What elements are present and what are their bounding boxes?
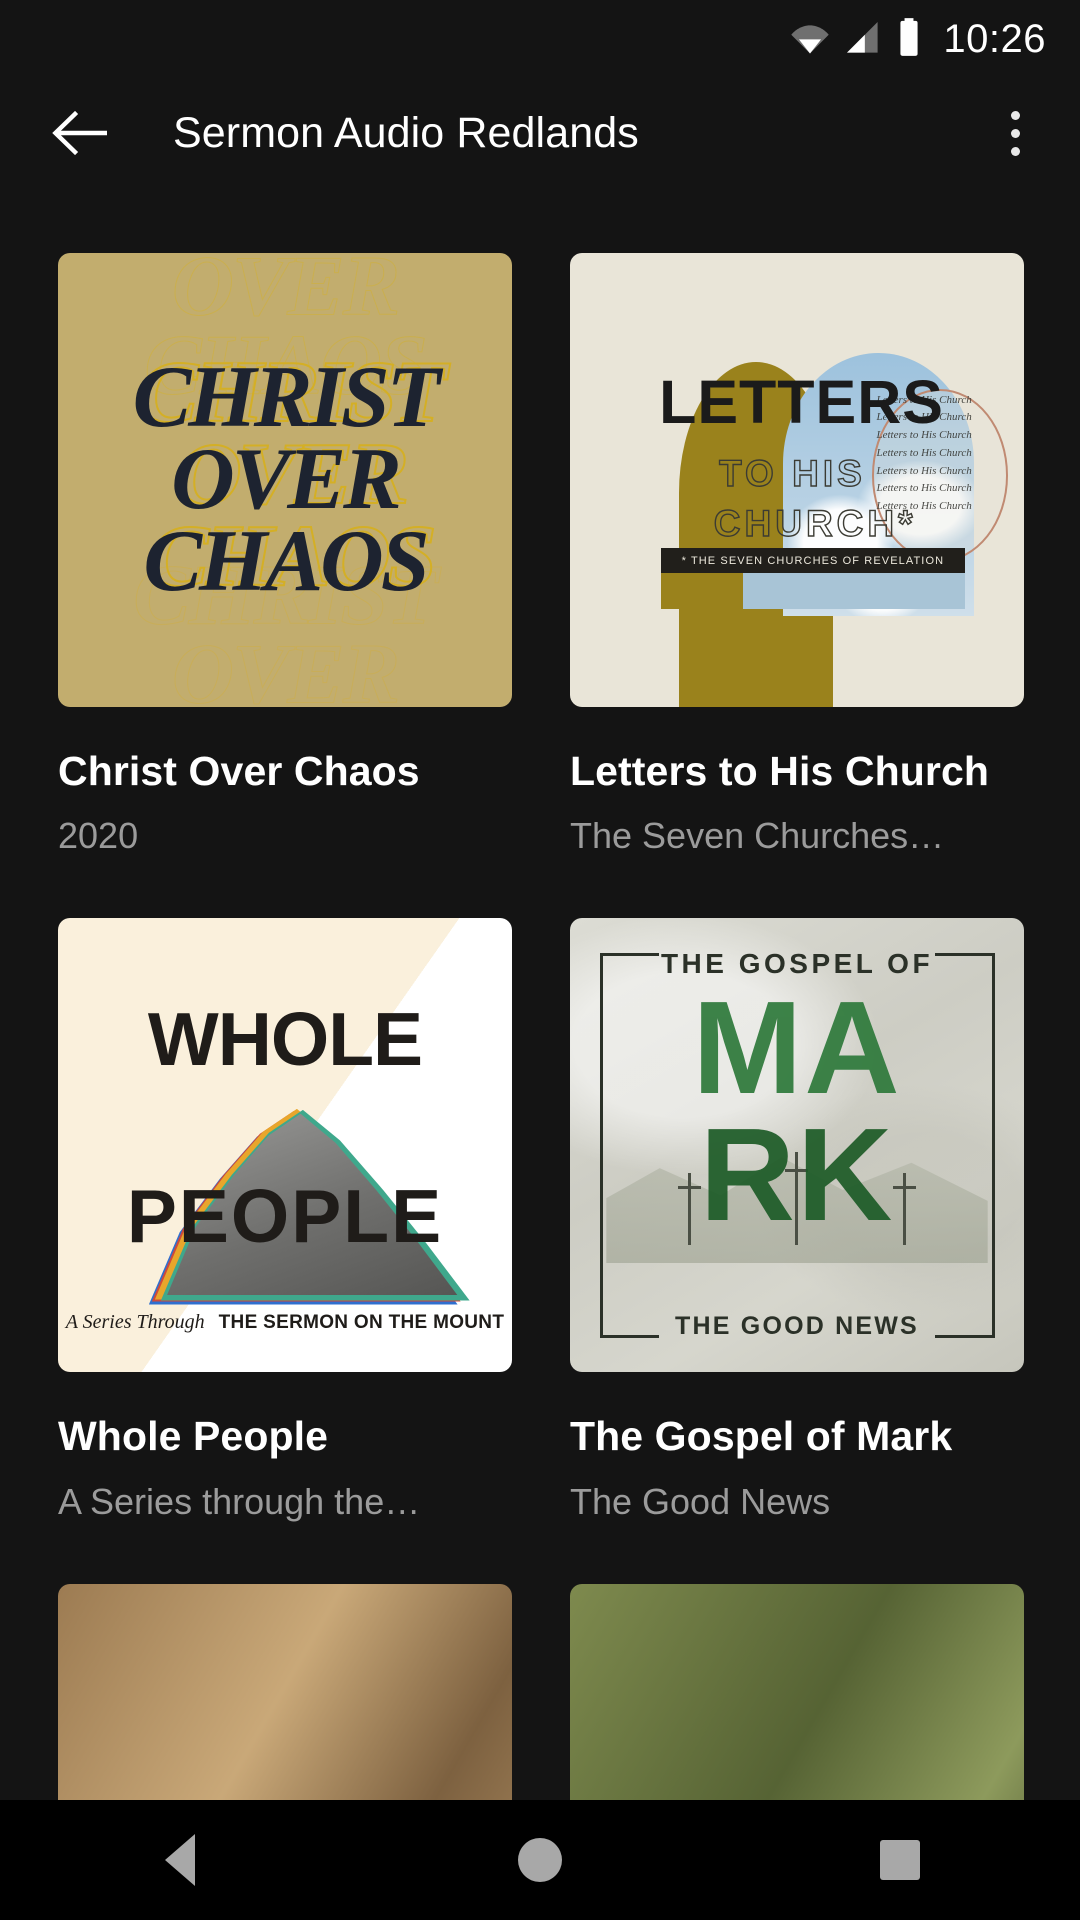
artwork-line-3: CHURCH* bbox=[713, 502, 917, 544]
android-navigation-bar bbox=[0, 1800, 1080, 1920]
artwork-bottom-text: THE GOOD NEWS bbox=[675, 1311, 919, 1340]
artwork-footer: A Series Through THE SERMON ON THE MOUNT bbox=[58, 1311, 512, 1334]
series-card-gospel-of-mark[interactable]: THE GOSPEL OF MA RK THE GOOD NEWS The Go… bbox=[570, 918, 1024, 1523]
artwork-footer-italic: A Series Through bbox=[65, 1310, 205, 1333]
series-card-partial-right[interactable] bbox=[570, 1583, 1024, 1800]
artwork-caption-band: * THE SEVEN CHURCHES OF REVELATION bbox=[660, 548, 965, 574]
series-title: Whole People bbox=[58, 1413, 329, 1460]
battery-icon bbox=[897, 17, 921, 61]
christ-over-chaos-artwork: OVERCHAOS CHRISTOVER CHRIST OVER CHAOS bbox=[58, 253, 512, 707]
cellular-signal-icon bbox=[844, 21, 884, 61]
grid-row-spacer bbox=[58, 858, 1024, 918]
artwork-line-2: TO HIS bbox=[718, 452, 866, 494]
artwork-headline: LETTERS bbox=[659, 367, 944, 436]
wifi-icon bbox=[789, 22, 831, 61]
series-title: Christ Over Chaos bbox=[58, 748, 420, 794]
nav-back-triangle-icon[interactable] bbox=[120, 1800, 240, 1920]
artwork-headline: CHRIST OVER CHAOS bbox=[133, 352, 445, 605]
status-bar: 10:26 bbox=[0, 0, 1080, 78]
nav-home-circle-icon[interactable] bbox=[480, 1800, 600, 1920]
gospel-of-mark-artwork: THE GOSPEL OF MA RK THE GOOD NEWS bbox=[570, 918, 1024, 1373]
overflow-menu-icon[interactable] bbox=[980, 98, 1050, 168]
grid-row-spacer-2 bbox=[58, 1524, 1024, 1584]
partial-artwork-right bbox=[570, 1583, 1024, 1800]
whole-people-artwork: WHOLE PEOPLE A Series Through THE SERMON… bbox=[58, 918, 512, 1373]
artwork-big-line-1: MA bbox=[692, 974, 902, 1122]
series-card-christ-over-chaos[interactable]: OVERCHAOS CHRISTOVER CHRIST OVER CHAOS C… bbox=[58, 253, 512, 858]
artwork-line-2: PEOPLE bbox=[126, 1173, 444, 1258]
series-subtitle: The Good News bbox=[570, 1480, 831, 1522]
page-title: Sermon Audio Redlands bbox=[173, 108, 639, 157]
back-arrow-icon[interactable] bbox=[46, 100, 112, 166]
series-title: The Gospel of Mark bbox=[570, 1413, 953, 1460]
series-card-partial-left[interactable] bbox=[58, 1583, 512, 1800]
artwork-line-1: WHOLE bbox=[147, 996, 423, 1081]
series-subtitle: The Seven Churches… bbox=[570, 815, 945, 857]
partial-artwork-left bbox=[58, 1583, 512, 1800]
series-title: Letters to His Church bbox=[570, 748, 989, 794]
artwork-blue-bar bbox=[742, 572, 965, 609]
series-scroll-area[interactable]: OVERCHAOS CHRISTOVER CHRIST OVER CHAOS C… bbox=[0, 188, 1080, 1800]
artwork-big-line-2: RK bbox=[699, 1101, 895, 1249]
nav-recents-square-icon[interactable] bbox=[840, 1800, 960, 1920]
series-card-whole-people[interactable]: WHOLE PEOPLE A Series Through THE SERMON… bbox=[58, 918, 512, 1523]
artwork-footer-bold: THE SERMON ON THE MOUNT bbox=[218, 1311, 505, 1333]
artwork-gold-bar bbox=[660, 572, 743, 609]
status-bar-icons bbox=[789, 17, 921, 61]
status-bar-clock: 10:26 bbox=[943, 17, 1046, 61]
series-subtitle: 2020 bbox=[58, 815, 139, 857]
series-card-letters-to-his-church[interactable]: Letters to His Church Letters to His Chu… bbox=[570, 253, 1024, 858]
series-grid: OVERCHAOS CHRISTOVER CHRIST OVER CHAOS C… bbox=[0, 188, 1080, 1800]
artwork-caption-text: * THE SEVEN CHURCHES OF REVELATION bbox=[681, 554, 945, 567]
letters-to-his-church-artwork: Letters to His Church Letters to His Chu… bbox=[570, 253, 1024, 707]
app-bar: Sermon Audio Redlands bbox=[0, 78, 1080, 188]
series-subtitle: A Series through the… bbox=[58, 1480, 421, 1522]
